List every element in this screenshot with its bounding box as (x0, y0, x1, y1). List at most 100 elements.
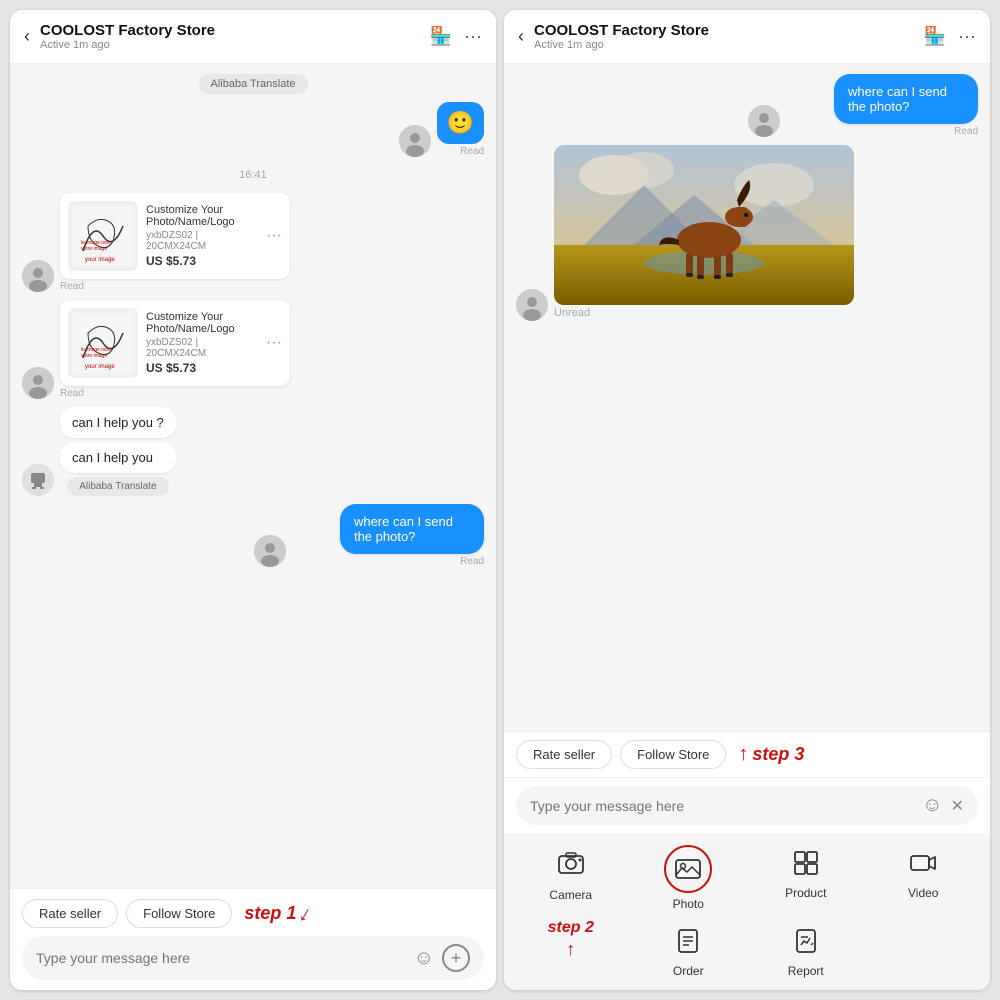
product-read-2: Read (60, 388, 84, 399)
right-user-photo-bubble: where can I send the photo? (834, 74, 978, 124)
left-emoji-icon[interactable]: ☺ (414, 947, 434, 970)
product-img-1: your image le image nere votre image (68, 201, 138, 271)
product-name-1: Customize Your Photo/Name/Logo (146, 204, 258, 228)
user-photo-wrapper: where can I send the photo? Read (292, 504, 484, 567)
right-store-icon[interactable]: 🏪 (924, 26, 946, 47)
user-avatar-1 (399, 125, 431, 157)
emoji-msg-wrapper: 🙂 Read (437, 102, 484, 157)
right-close-icon[interactable]: ✕ (951, 796, 964, 816)
bot-bubble-1: can I help you ? (60, 407, 176, 438)
left-plus-icon[interactable]: + (442, 944, 470, 972)
rate-seller-button-right[interactable]: Rate seller (516, 740, 612, 769)
product-price-2: US $5.73 (146, 361, 258, 375)
follow-store-button-right[interactable]: Follow Store (620, 740, 726, 769)
right-more-icon[interactable]: ··· (958, 26, 976, 47)
product-msg-1: your image le image nere votre image Cus… (22, 193, 484, 292)
product-price-1: US $5.73 (146, 254, 258, 268)
right-emoji-icon[interactable]: ☺ (922, 794, 942, 817)
right-user-avatar (748, 105, 780, 137)
user-photo-msg: where can I send the photo? Read (22, 504, 484, 567)
product-code-2: yxbDZS02 | 20CMX24CM (146, 337, 258, 359)
right-store-status: Active 1m ago (534, 39, 914, 51)
camera-grid-item[interactable]: Camera (512, 841, 630, 915)
photo-grid-item[interactable]: Photo (630, 841, 748, 915)
left-back-button[interactable]: ‹ (24, 26, 30, 47)
left-panel: ‹ COOLOST Factory Store Active 1m ago 🏪 … (10, 10, 496, 990)
emoji-bubble: 🙂 (437, 102, 484, 144)
left-header-icons: 🏪 ··· (430, 26, 482, 47)
product-more-1[interactable]: ··· (266, 227, 282, 245)
product-name-2: Customize Your Photo/Name/Logo (146, 311, 258, 335)
report-label: Report (788, 964, 824, 978)
timestamp-1641: 16:41 (22, 169, 484, 181)
svg-text:votre image: votre image (81, 353, 107, 359)
right-message-input[interactable] (530, 798, 914, 814)
report-grid-item[interactable]: Report (747, 919, 865, 986)
right-back-button[interactable]: ‹ (518, 26, 524, 47)
step1-arrow: ↓ (295, 899, 318, 927)
svg-text:your image: your image (85, 257, 115, 263)
right-action-row: Rate seller Follow Store ↑ step 3 (504, 731, 990, 777)
follow-store-button-left[interactable]: Follow Store (126, 899, 232, 928)
user-photo-read: Read (460, 556, 484, 567)
product-read-1: Read (60, 281, 84, 292)
left-action-buttons: Rate seller Follow Store step 1 ↓ (22, 899, 484, 928)
product-wrapper-1: your image le image nere votre image Cus… (60, 193, 290, 292)
left-message-input[interactable] (36, 950, 406, 966)
right-chat-area: where can I send the photo? Read (504, 64, 990, 731)
user-avatar-2 (254, 535, 286, 567)
left-store-status: Active 1m ago (40, 39, 420, 51)
bot-bubble-2: can I help you (60, 442, 176, 473)
product-icon (792, 849, 820, 882)
product-grid-item[interactable]: Product (747, 841, 865, 915)
bot-help-msg: can I help you ? can I help you Alibaba … (22, 407, 484, 496)
right-input-row: ☺ ✕ (516, 786, 978, 825)
bot-translate-badge: Alibaba Translate (67, 477, 168, 496)
product-info-1: Customize Your Photo/Name/Logo yxbDZS02 … (146, 204, 258, 268)
left-input-row: ☺ + (22, 936, 484, 980)
step3-area: ↑ step 3 (738, 743, 804, 766)
horse-image (554, 145, 854, 305)
horse-image-wrapper: Unread (554, 145, 854, 321)
app-container: ‹ COOLOST Factory Store Active 1m ago 🏪 … (0, 0, 1000, 1000)
order-grid-item[interactable]: Order (630, 919, 748, 986)
product-img-2: your image le image nere votre image (68, 308, 138, 378)
right-user-photo-msg: where can I send the photo? Read (516, 74, 978, 137)
bot-avatar-2 (22, 367, 54, 399)
photo-circle-highlight (664, 845, 712, 893)
grid-row-2-wrapper: step 2 ↑ Order (504, 919, 990, 986)
left-bottom-bar: Rate seller Follow Store step 1 ↓ ☺ + (10, 888, 496, 990)
bot-bubbles: can I help you ? can I help you (60, 407, 176, 473)
right-header-icons: 🏪 ··· (924, 26, 976, 47)
left-more-icon[interactable]: ··· (464, 26, 482, 47)
product-card-2: your image le image nere votre image Cus… (60, 300, 290, 386)
product-card-1: your image le image nere votre image Cus… (60, 193, 290, 279)
svg-text:your image: your image (85, 364, 115, 370)
video-grid-item[interactable]: Video (865, 841, 983, 915)
svg-text:votre image: votre image (81, 246, 107, 252)
step1-label: step 1 (244, 903, 296, 924)
camera-label: Camera (549, 888, 592, 902)
rate-seller-button-left[interactable]: Rate seller (22, 899, 118, 928)
user-photo-bubble: where can I send the photo? (340, 504, 484, 554)
product-code-1: yxbDZS02 | 20CMX24CM (146, 230, 258, 252)
left-header: ‹ COOLOST Factory Store Active 1m ago 🏪 … (10, 10, 496, 64)
bot-help-wrapper: can I help you ? can I help you Alibaba … (60, 407, 176, 496)
left-store-icon[interactable]: 🏪 (430, 26, 452, 47)
order-label: Order (673, 964, 704, 978)
left-chat-area: Alibaba Translate 🙂 Read 16:41 (10, 64, 496, 888)
emoji-read: Read (460, 146, 484, 157)
left-header-info: COOLOST Factory Store Active 1m ago (40, 22, 420, 51)
right-header-info: COOLOST Factory Store Active 1m ago (534, 22, 914, 51)
camera-icon (557, 849, 585, 884)
report-icon (792, 927, 820, 960)
step3-arrow: ↑ (738, 743, 748, 766)
step2-label: step 2 (548, 919, 594, 937)
product-more-2[interactable]: ··· (266, 334, 282, 352)
right-user-photo-read: Read (954, 126, 978, 137)
right-store-name: COOLOST Factory Store (534, 22, 914, 39)
horse-image-msg: Unread (516, 145, 978, 321)
right-header: ‹ COOLOST Factory Store Active 1m ago 🏪 … (504, 10, 990, 64)
msg-row-emoji: 🙂 Read (22, 102, 484, 157)
right-panel: ‹ COOLOST Factory Store Active 1m ago 🏪 … (504, 10, 990, 990)
